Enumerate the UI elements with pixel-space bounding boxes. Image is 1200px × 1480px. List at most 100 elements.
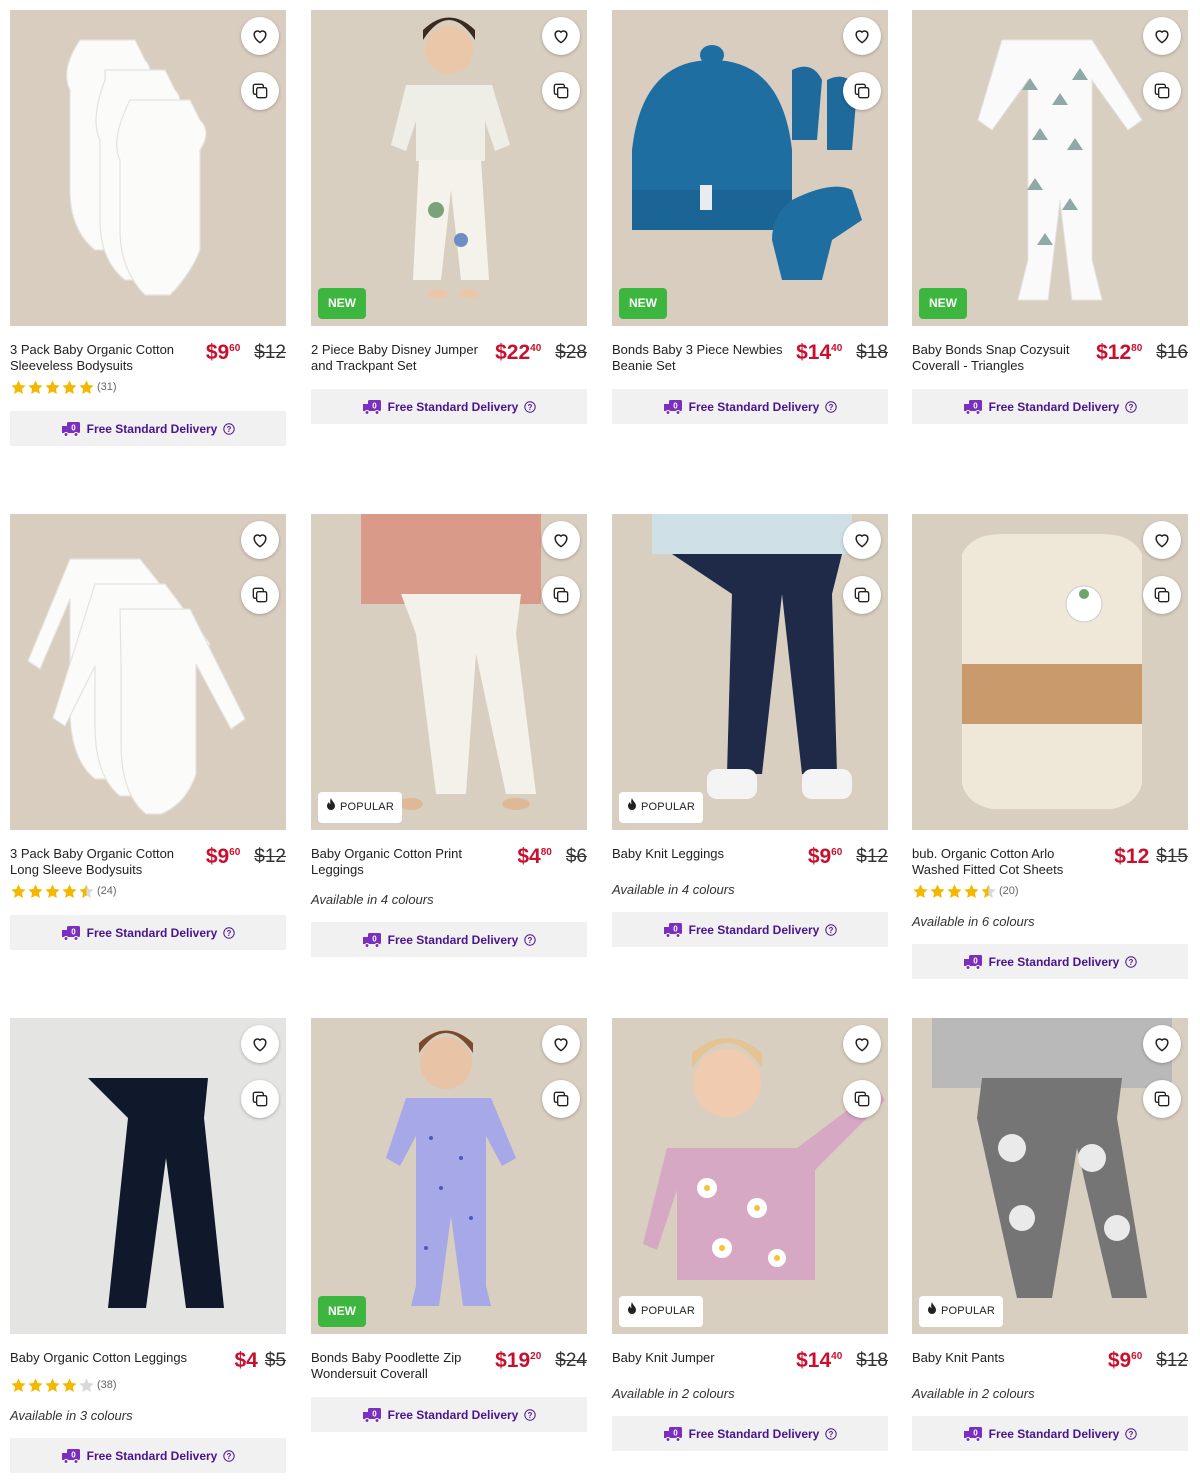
product-image[interactable]: POPULAR xyxy=(612,514,888,830)
free-delivery-button[interactable]: 0 Free Standard Delivery? xyxy=(612,1416,888,1451)
wishlist-button[interactable] xyxy=(1143,1025,1181,1063)
product-image[interactable] xyxy=(10,514,286,830)
wishlist-button[interactable] xyxy=(1143,17,1181,55)
product-title[interactable]: 2 Piece Baby Disney Jumper and Trackpant… xyxy=(311,342,489,374)
product-title[interactable]: Bonds Baby 3 Piece Newbies Beanie Set xyxy=(612,342,790,374)
compare-button[interactable] xyxy=(241,576,279,614)
product-title[interactable]: bub. Organic Cotton Arlo Washed Fitted C… xyxy=(912,846,1090,878)
delivery-label: Free Standard Delivery xyxy=(387,932,519,947)
product-card[interactable]: NEW Baby Bonds Snap Cozysuit Coverall - T… xyxy=(912,10,1188,424)
free-delivery-button[interactable]: 0 Free Standard Delivery? xyxy=(311,389,587,424)
help-icon[interactable]: ? xyxy=(524,1408,537,1421)
rating[interactable]: (24) xyxy=(10,882,286,900)
free-delivery-button[interactable]: 0 Free Standard Delivery? xyxy=(912,944,1188,979)
compare-button[interactable] xyxy=(843,576,881,614)
wishlist-button[interactable] xyxy=(542,1025,580,1063)
free-delivery-button[interactable]: 0 Free Standard Delivery? xyxy=(912,1416,1188,1451)
help-icon[interactable]: ? xyxy=(1125,400,1138,413)
help-icon[interactable]: ? xyxy=(524,933,537,946)
compare-button[interactable] xyxy=(843,72,881,110)
wishlist-button[interactable] xyxy=(843,1025,881,1063)
available-colours[interactable]: Available in 4 colours xyxy=(311,892,587,907)
available-colours[interactable]: Available in 4 colours xyxy=(612,882,888,897)
product-card[interactable]: NEW 2 Piece Baby Disney Jumper and Trackp… xyxy=(311,10,587,424)
compare-button[interactable] xyxy=(241,72,279,110)
help-icon[interactable]: ? xyxy=(1125,955,1138,968)
wishlist-button[interactable] xyxy=(241,521,279,559)
star-icon xyxy=(964,883,979,898)
available-colours[interactable]: Available in 2 colours xyxy=(912,1386,1188,1401)
product-title[interactable]: Baby Organic Cotton Print Leggings xyxy=(311,846,489,878)
product-card[interactable]: POPULAR Baby Knit Pants $9 60 $12 Available i… xyxy=(912,1018,1188,1451)
rating[interactable]: (31) xyxy=(10,378,286,396)
help-icon[interactable]: ? xyxy=(223,1449,236,1462)
product-image[interactable]: NEW xyxy=(612,10,888,326)
compare-button[interactable] xyxy=(1143,576,1181,614)
product-card[interactable]: POPULAR Baby Knit Leggings $9 60 $12 Availabl… xyxy=(612,514,888,947)
compare-button[interactable] xyxy=(542,576,580,614)
product-card[interactable]: 3 Pack Baby Organic Cotton Long Sleeve B… xyxy=(10,514,286,950)
compare-button[interactable] xyxy=(542,1080,580,1118)
flame-icon xyxy=(627,792,637,823)
wishlist-button[interactable] xyxy=(843,17,881,55)
product-image[interactable] xyxy=(10,10,286,326)
free-delivery-button[interactable]: 0 Free Standard Delivery? xyxy=(311,922,587,957)
compare-button[interactable] xyxy=(1143,1080,1181,1118)
available-colours[interactable]: Available in 3 colours xyxy=(10,1408,286,1423)
product-image[interactable]: NEW xyxy=(311,1018,587,1334)
product-image[interactable]: POPULAR xyxy=(311,514,587,830)
help-icon[interactable]: ? xyxy=(223,422,236,435)
rating[interactable]: (38) xyxy=(10,1376,286,1394)
wishlist-button[interactable] xyxy=(542,521,580,559)
product-image[interactable] xyxy=(10,1018,286,1334)
compare-button[interactable] xyxy=(542,72,580,110)
wishlist-button[interactable] xyxy=(241,17,279,55)
product-title[interactable]: Baby Organic Cotton Leggings xyxy=(10,1350,188,1366)
rating[interactable]: (20) xyxy=(912,882,1188,900)
help-icon[interactable]: ? xyxy=(825,1427,838,1440)
product-title[interactable]: 3 Pack Baby Organic Cotton Long Sleeve B… xyxy=(10,846,188,878)
free-delivery-button[interactable]: 0 Free Standard Delivery? xyxy=(612,912,888,947)
product-card[interactable]: NEW Bonds Baby Poodlette Zip Wondersuit C… xyxy=(311,1018,587,1432)
product-image[interactable]: POPULAR xyxy=(612,1018,888,1334)
wishlist-button[interactable] xyxy=(542,17,580,55)
help-icon[interactable]: ? xyxy=(825,400,838,413)
compare-icon xyxy=(250,1089,270,1109)
wishlist-button[interactable] xyxy=(241,1025,279,1063)
compare-button[interactable] xyxy=(843,1080,881,1118)
free-delivery-button[interactable]: 0 Free Standard Delivery? xyxy=(912,389,1188,424)
product-title[interactable]: Baby Knit Jumper xyxy=(612,1350,790,1366)
wishlist-button[interactable] xyxy=(1143,521,1181,559)
free-delivery-button[interactable]: 0 Free Standard Delivery? xyxy=(10,915,286,950)
product-card[interactable]: 3 Pack Baby Organic Cotton Sleeveless Bo… xyxy=(10,10,286,446)
available-colours[interactable]: Available in 2 colours xyxy=(612,1386,888,1401)
help-icon[interactable]: ? xyxy=(524,400,537,413)
free-delivery-button[interactable]: 0 Free Standard Delivery? xyxy=(10,411,286,446)
product-card[interactable]: Baby Organic Cotton Leggings $4 $5 (38) Avai… xyxy=(10,1018,286,1473)
free-delivery-button[interactable]: 0 Free Standard Delivery? xyxy=(10,1438,286,1473)
product-image[interactable] xyxy=(912,514,1188,830)
free-delivery-button[interactable]: 0 Free Standard Delivery? xyxy=(311,1397,587,1432)
product-card[interactable]: bub. Organic Cotton Arlo Washed Fitted C… xyxy=(912,514,1188,979)
help-icon[interactable]: ? xyxy=(223,926,236,939)
help-icon[interactable]: ? xyxy=(1125,1427,1138,1440)
review-count: (24) xyxy=(97,885,117,897)
product-card[interactable]: POPULAR Baby Knit Jumper $14 40 $18 Available… xyxy=(612,1018,888,1451)
product-image[interactable]: POPULAR xyxy=(912,1018,1188,1334)
product-title[interactable]: Baby Bonds Snap Cozysuit Coverall - Tria… xyxy=(912,342,1090,374)
wishlist-button[interactable] xyxy=(843,521,881,559)
product-title[interactable]: Baby Knit Leggings xyxy=(612,846,790,862)
compare-button[interactable] xyxy=(241,1080,279,1118)
compare-button[interactable] xyxy=(1143,72,1181,110)
available-colours[interactable]: Available in 6 colours xyxy=(912,914,1188,929)
product-image[interactable]: NEW xyxy=(912,10,1188,326)
product-card[interactable]: NEW Bonds Baby 3 Piece Newbies Beanie Set… xyxy=(612,10,888,424)
product-title[interactable]: Baby Knit Pants xyxy=(912,1350,1090,1366)
product-title[interactable]: Bonds Baby Poodlette Zip Wondersuit Cove… xyxy=(311,1350,489,1382)
product-image[interactable]: NEW xyxy=(311,10,587,326)
svg-text:0: 0 xyxy=(372,401,377,410)
help-icon[interactable]: ? xyxy=(825,923,838,936)
free-delivery-button[interactable]: 0 Free Standard Delivery? xyxy=(612,389,888,424)
product-title[interactable]: 3 Pack Baby Organic Cotton Sleeveless Bo… xyxy=(10,342,188,374)
product-card[interactable]: POPULAR Baby Organic Cotton Print Legging… xyxy=(311,514,587,957)
